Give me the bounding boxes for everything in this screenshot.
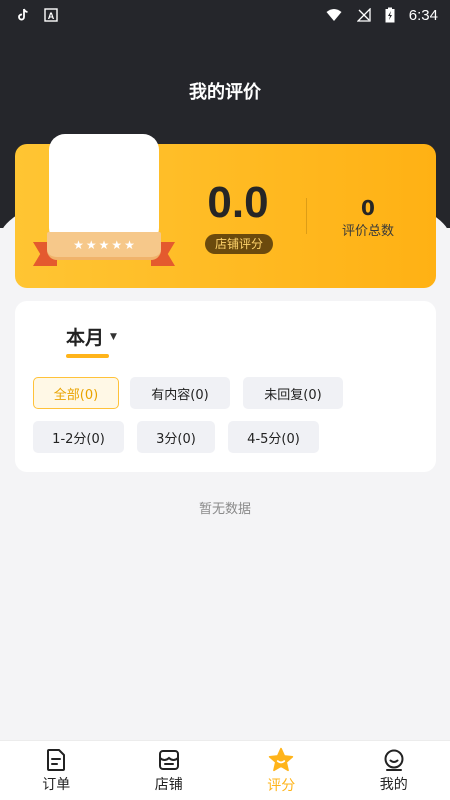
total-reviews-count: 0 [361, 196, 375, 220]
svg-text:A: A [48, 11, 55, 21]
bottom-nav: 订单 店铺 评分 我的 [0, 740, 450, 800]
star-icon: ★ [111, 237, 123, 252]
period-label: 本月 [66, 327, 105, 349]
nav-profile[interactable]: 我的 [338, 741, 450, 800]
caret-down-icon: ▼ [110, 331, 117, 342]
star-icon: ★ [85, 237, 97, 252]
shop-score-value: 0.0 [207, 178, 269, 227]
filter-chip-unreplied[interactable]: 未回复(0) [243, 377, 343, 409]
card-divider [306, 198, 307, 234]
nav-shop[interactable]: 店铺 [113, 741, 226, 800]
wifi-icon [326, 9, 342, 21]
filter-chip-all[interactable]: 全部(0) [33, 377, 119, 409]
no-signal-icon [356, 8, 371, 22]
orders-icon [47, 748, 66, 771]
shop-score-label: 店铺评分 [205, 234, 273, 254]
ribbon-stars: ★ ★ ★ ★ ★ [47, 232, 161, 260]
filter-chip-with-content[interactable]: 有内容(0) [130, 377, 230, 409]
a-app-icon: A [44, 8, 58, 22]
total-reviews-label: 评价总数 [341, 224, 394, 239]
star-icon: ★ [124, 237, 135, 252]
nav-profile-label: 我的 [379, 776, 408, 793]
nav-shop-label: 店铺 [154, 776, 183, 793]
star-icon: ★ [98, 237, 110, 252]
tiktok-icon [18, 8, 28, 21]
filter-chip-4-5-stars[interactable]: 4-5分(0) [228, 421, 319, 453]
status-time: 6:34 [408, 6, 438, 24]
nav-rating[interactable]: 评分 [225, 741, 338, 800]
rating-star-icon [269, 747, 294, 771]
empty-state-text: 暂无数据 [198, 502, 251, 517]
period-selector[interactable]: 本月 ▼ [66, 323, 117, 350]
filter-chip-1-2-stars[interactable]: 1-2分(0) [33, 421, 124, 453]
star-icon: ★ [73, 237, 84, 252]
status-left: A [16, 8, 58, 22]
filter-chip-3-stars[interactable]: 3分(0) [137, 421, 215, 453]
period-underline [66, 354, 109, 358]
battery-charging-icon [385, 7, 395, 23]
rating-ribbon: ★ ★ ★ ★ ★ [33, 228, 175, 274]
status-right: 6:34 [325, 7, 438, 24]
page-title: 我的评价 [189, 82, 261, 103]
nav-orders-label: 订单 [42, 776, 71, 793]
shop-icon [158, 749, 179, 770]
nav-rating-label: 评分 [267, 777, 296, 794]
nav-orders[interactable]: 订单 [0, 741, 113, 800]
profile-icon [384, 749, 404, 771]
status-bar: A 6:34 [0, 0, 450, 30]
